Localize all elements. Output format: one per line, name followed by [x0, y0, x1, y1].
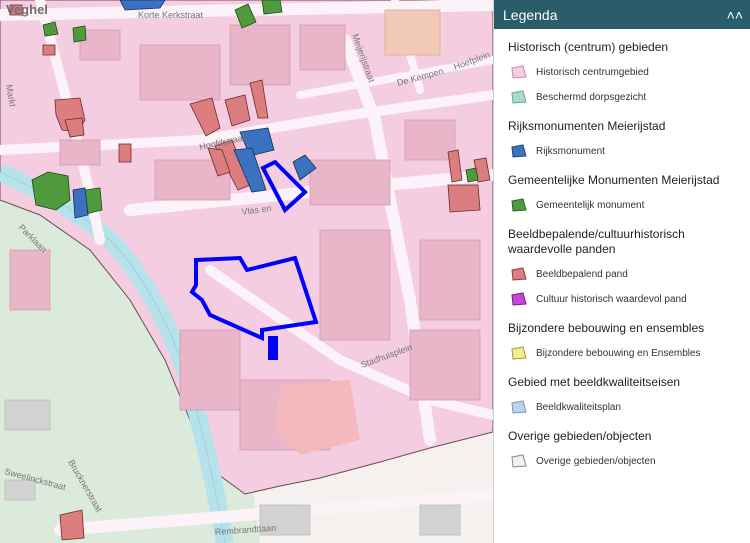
legend-item: Overige gebieden/objecten — [494, 451, 750, 471]
legend-item-label: Beeldbepalend pand — [536, 268, 628, 280]
legend-title: Legenda — [503, 6, 558, 23]
legend-group: Historisch (centrum) gebieden Historisch … — [494, 40, 750, 107]
legend-item: Historisch centrumgebied — [494, 62, 750, 82]
legend-item: Cultuur historisch waardevol pand — [494, 289, 750, 309]
legend-swatch — [511, 144, 527, 158]
street-label-korte-kerkstraat: Korte Kerkstraat — [138, 10, 204, 20]
legend-item: Bijzondere bebouwing en Ensembles — [494, 343, 750, 363]
legend-item-label: Historisch centrumgebied — [536, 66, 649, 78]
legend-group-title: Gemeentelijke Monumenten Meierijstad — [508, 173, 720, 187]
map-view[interactable]: Korte Kerkstraat Markt Meijerijstraat De… — [0, 0, 493, 543]
legend-item: Beeldkwaliteitsplan — [494, 397, 750, 417]
legend-group-title: Overige gebieden/objecten — [508, 429, 652, 443]
legend-item: Rijksmonument — [494, 141, 750, 161]
legend-swatch — [511, 400, 527, 414]
legend-group-title: Historisch (centrum) gebieden — [508, 40, 669, 54]
legend-header: Legenda ˄˄ — [494, 0, 750, 29]
legend-group: Bijzondere bebouwing en ensembles Bijzond… — [494, 321, 750, 363]
legend-item-label: Gemeentelijk monument — [536, 199, 645, 211]
legend-swatch — [511, 292, 527, 306]
legend-item: Gemeentelijk monument — [494, 195, 750, 215]
legend-swatch — [511, 346, 527, 360]
legend-swatch — [511, 454, 527, 468]
legend-swatch — [511, 90, 527, 104]
legend-group: Beeldbepalende/cultuurhistorisch waardev… — [494, 227, 750, 309]
legend-item-label: Beschermd dorpsgezicht — [536, 91, 647, 103]
legend-group: Gemeentelijke Monumenten Meierijstad Geme… — [494, 173, 750, 215]
legend-item-label: Cultuur historisch waardevol pand — [536, 293, 687, 305]
building-orange — [384, 9, 441, 56]
legend-group-title: Rijksmonumenten Meierijstad — [508, 119, 666, 133]
legend-body: Historisch (centrum) gebieden Historisch … — [494, 40, 750, 471]
legend-group: Overige gebieden/objecten Overige gebiede… — [494, 429, 750, 471]
legend-group-title: Gebied met beeldkwaliteitseisen — [508, 375, 681, 389]
legend-item-label: Beeldkwaliteitsplan — [536, 401, 622, 413]
legend-item-label: Rijksmonument — [536, 145, 605, 157]
selected-parcel-strip[interactable] — [268, 336, 278, 360]
legend-group-title: Beeldbepalende/cultuurhistorisch waardev… — [508, 227, 685, 256]
legend-item: Beschermd dorpsgezicht — [494, 87, 750, 107]
legend-item-label: Overige gebieden/objecten — [536, 455, 656, 467]
legend-panel: Legenda ˄˄ Historisch (centrum) gebieden… — [493, 0, 750, 543]
legend-item: Beeldbepalend pand — [494, 264, 750, 284]
chevron-up-icon[interactable]: ˄˄ — [727, 8, 743, 22]
legend-group: Gebied met beeldkwaliteitseisen Beeldkwal… — [494, 375, 750, 417]
legend-swatch — [511, 65, 527, 79]
legend-swatch — [511, 198, 527, 212]
legend-item-label: Bijzondere bebouwing en Ensembles — [536, 347, 701, 359]
city-label: Veghel — [6, 2, 48, 17]
legend-group: Rijksmonumenten Meierijstad Rijksmonument — [494, 119, 750, 161]
legend-swatch — [511, 267, 527, 281]
map-canvas[interactable]: Korte Kerkstraat Markt Meijerijstraat De… — [0, 0, 493, 543]
legend-group-title: Bijzondere bebouwing en ensembles — [508, 321, 705, 335]
